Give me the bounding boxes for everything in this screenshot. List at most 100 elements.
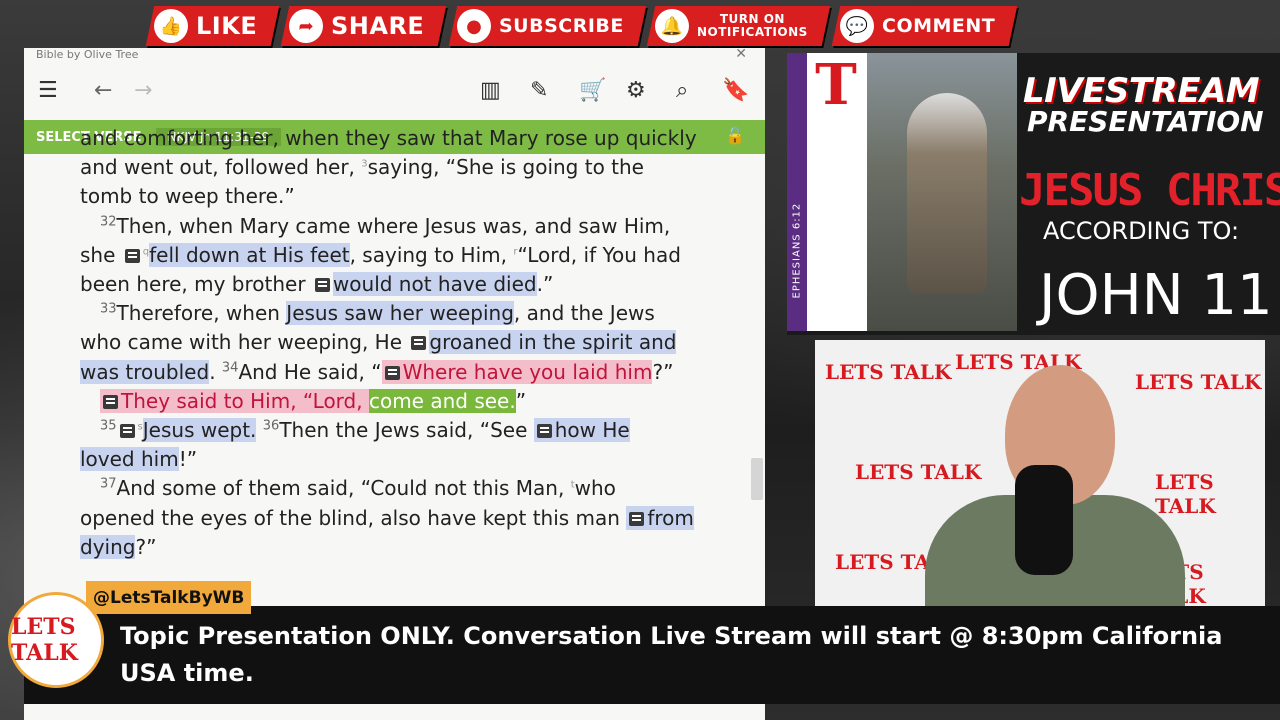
text-line: and went out, followed her, 3saying, “Sh… bbox=[80, 153, 720, 182]
footnote-marker[interactable]: s bbox=[138, 421, 143, 432]
text-span: ?” bbox=[652, 359, 674, 384]
note-icon[interactable] bbox=[124, 248, 140, 263]
menu-icon[interactable]: ☰ bbox=[38, 78, 58, 103]
text-span: ” bbox=[515, 388, 527, 413]
scribe-figure bbox=[907, 93, 987, 293]
lets-talk-logo: EPHESIANS 6:12 T bbox=[787, 53, 867, 331]
lock-icon[interactable]: 🔓 bbox=[725, 126, 745, 145]
promo-panel: EPHESIANS 6:12 T LIVESTREAM PRESENTATION… bbox=[787, 53, 1280, 335]
topic-title: JESUS CHRIST bbox=[1019, 165, 1280, 216]
verse-number[interactable]: 34 bbox=[222, 360, 239, 375]
library-icon[interactable]: ▥ bbox=[480, 78, 501, 103]
highlight[interactable]: Jesus saw her weeping bbox=[286, 301, 514, 326]
comment-banner: 💬 COMMENT bbox=[831, 6, 1018, 46]
highlight[interactable]: was troubled bbox=[80, 359, 210, 384]
logo-verse: EPHESIANS 6:12 bbox=[791, 202, 803, 299]
chat-bubble-icon: 💬 bbox=[840, 9, 875, 43]
text-span: Then, when Mary came where Jesus was, an… bbox=[116, 213, 671, 238]
note-icon[interactable] bbox=[314, 278, 330, 293]
text-line: dying?” bbox=[80, 533, 720, 562]
text-span: “Lord, if You had bbox=[517, 242, 681, 267]
note-icon[interactable] bbox=[411, 336, 427, 351]
highlight[interactable]: loved him bbox=[80, 447, 179, 472]
study-icon[interactable]: ✎ bbox=[530, 78, 548, 103]
highlight[interactable]: how He bbox=[533, 418, 630, 443]
text-line: who came with her weeping, He groaned in… bbox=[80, 328, 720, 357]
ticker-bar: Topic Presentation ONLY. Conversation Li… bbox=[24, 606, 1280, 704]
cart-icon[interactable]: 🛒 bbox=[579, 78, 606, 103]
text-span: Therefore, when bbox=[116, 301, 287, 326]
text-span: opened the eyes of the blind, also have … bbox=[80, 505, 627, 530]
text-span: . bbox=[209, 359, 222, 384]
text-span: saying, “She is going to the bbox=[367, 155, 644, 180]
verse-number[interactable]: 32 bbox=[100, 214, 117, 229]
close-icon[interactable]: ✕ bbox=[735, 48, 747, 62]
note-icon[interactable] bbox=[629, 511, 645, 526]
text-line: They said to Him, “Lord, come and see.” bbox=[80, 387, 720, 416]
notifications-label-line2: NOTIFICATIONS bbox=[697, 25, 809, 39]
note-icon[interactable] bbox=[119, 424, 135, 439]
webcam-feed: LETS TALK LETS TALK LETS TALK LETS TALK … bbox=[815, 340, 1265, 608]
text-span: And He said, “ bbox=[238, 359, 382, 384]
text-line: and comforting her, when they saw that M… bbox=[80, 124, 720, 153]
text-line: she qfell down at His feet, saying to Hi… bbox=[80, 241, 720, 270]
text-span: .” bbox=[536, 272, 554, 297]
subscribe-label: SUBSCRIBE bbox=[498, 15, 624, 37]
window-title: Bible by Olive Tree bbox=[36, 48, 139, 61]
search-icon[interactable]: ⌕ bbox=[676, 78, 688, 103]
selected-text[interactable]: come and see. bbox=[368, 388, 516, 413]
notifications-label-line1: TURN ON bbox=[720, 12, 786, 26]
text-line: loved him!” bbox=[80, 445, 720, 474]
highlight-pink[interactable]: They said to Him, “Lord, bbox=[100, 388, 369, 413]
gear-icon[interactable]: ⚙ bbox=[626, 78, 646, 103]
text-span: from bbox=[647, 505, 694, 530]
toolbar: ☰ ← → ▥ ✎ 🛒 ⚙ ⌕ 🔖 bbox=[24, 66, 765, 118]
bookmark-icon[interactable]: 🔖 bbox=[722, 78, 749, 103]
verse-number[interactable]: 37 bbox=[100, 477, 117, 492]
text-span: who bbox=[574, 476, 616, 501]
text-span: tomb to weep there.” bbox=[80, 184, 295, 209]
subscribe-banner: ● SUBSCRIBE bbox=[448, 6, 646, 46]
note-icon[interactable] bbox=[103, 394, 118, 409]
like-banner: 👍 LIKE bbox=[145, 6, 280, 46]
app-bottom-strip bbox=[24, 704, 765, 720]
bell-icon: 🔔 bbox=[655, 9, 690, 43]
text-span: ?” bbox=[135, 534, 157, 559]
presentation-title: PRESENTATION bbox=[1027, 105, 1264, 138]
text-span: , saying to Him, bbox=[349, 242, 514, 267]
verse-35: 35 sJesus wept. 36Then the Jews said, “Se… bbox=[80, 416, 720, 445]
highlight[interactable]: dying bbox=[80, 534, 136, 559]
like-label: LIKE bbox=[196, 12, 258, 40]
presenter bbox=[925, 365, 1185, 608]
highlight[interactable]: fell down at His feet bbox=[149, 242, 350, 267]
verse-number[interactable]: 35 bbox=[100, 418, 117, 433]
text-span: Where have you laid him bbox=[402, 359, 653, 384]
text-span: been here, my brother bbox=[80, 272, 312, 297]
note-icon[interactable] bbox=[384, 365, 400, 380]
verse-33: 33Therefore, when Jesus saw her weeping,… bbox=[80, 299, 720, 328]
ticker-text: Topic Presentation ONLY. Conversation Li… bbox=[120, 622, 1223, 687]
note-icon[interactable] bbox=[536, 424, 552, 439]
highlight-pink[interactable]: Where have you laid him bbox=[381, 359, 653, 384]
back-arrow-icon[interactable]: ← bbox=[94, 78, 112, 103]
logo-lettering: T bbox=[815, 53, 857, 118]
lets-talk-badge: LETS TALK bbox=[8, 592, 104, 688]
forward-arrow-icon[interactable]: → bbox=[134, 78, 152, 103]
thumbs-up-icon: 👍 bbox=[154, 9, 188, 43]
notifications-label: TURN ON NOTIFICATIONS bbox=[697, 12, 809, 39]
verse-number[interactable]: 36 bbox=[263, 418, 280, 433]
highlight[interactable]: Jesus wept. bbox=[142, 418, 257, 443]
highlight[interactable]: from bbox=[626, 505, 694, 530]
text-span: They said to Him, “Lord, bbox=[121, 388, 369, 413]
text-span: she bbox=[80, 242, 122, 267]
scrollbar-thumb[interactable] bbox=[751, 458, 763, 500]
highlight[interactable]: would not have died bbox=[332, 272, 537, 297]
channel-handle: @LetsTalkByWB bbox=[86, 581, 252, 614]
verse-number[interactable]: 33 bbox=[100, 302, 117, 317]
notifications-banner: 🔔 TURN ON NOTIFICATIONS bbox=[647, 6, 831, 46]
comment-label: COMMENT bbox=[882, 15, 996, 37]
highlight[interactable]: groaned in the spirit and bbox=[429, 330, 677, 355]
text-line: been here, my brother would not have die… bbox=[80, 270, 720, 299]
backdrop-watermark: LETS TALK bbox=[825, 360, 952, 384]
backdrop-watermark: LETS TALK bbox=[1155, 470, 1216, 518]
